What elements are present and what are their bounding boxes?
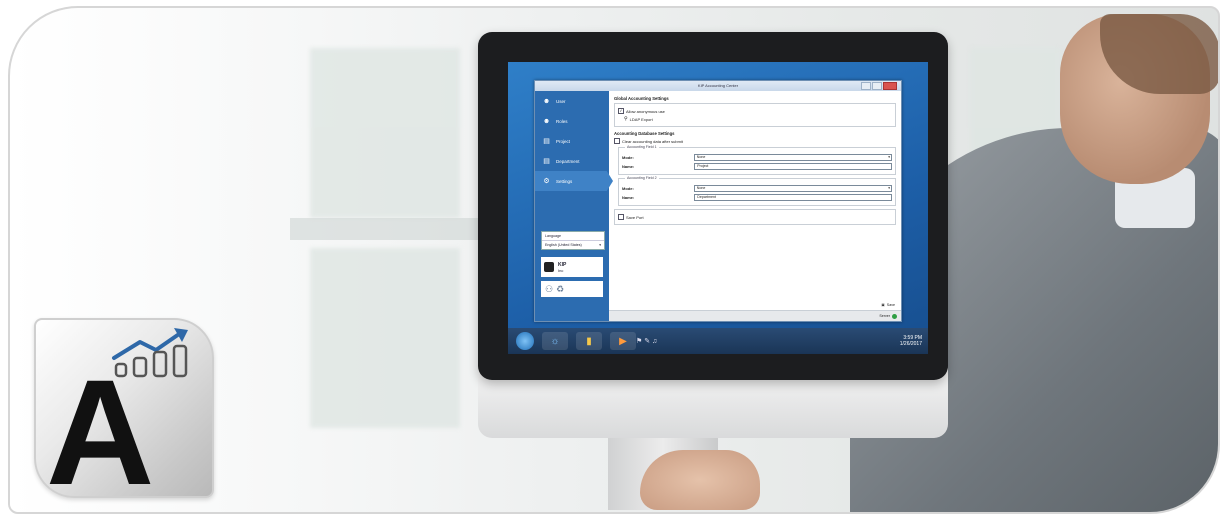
- checkbox-label: Clear accounting data after submit: [622, 138, 683, 144]
- network-icon[interactable]: ⚇: [545, 284, 553, 295]
- name-label: Name:: [622, 164, 635, 169]
- user-icon: ☻: [542, 97, 551, 105]
- name-label: Name:: [622, 195, 635, 200]
- window-body: ☻ User ☻ Roles ▤ Project ▤ Department ⚙: [535, 91, 901, 321]
- media-player-icon[interactable]: ▶: [610, 332, 636, 350]
- minimize-button[interactable]: [861, 82, 871, 90]
- mode-row: Mode: None ▾: [622, 185, 892, 192]
- language-label: Language: [542, 232, 604, 241]
- sidebar-item-roles[interactable]: ☻ Roles: [535, 111, 609, 131]
- background-window-pane: [310, 248, 460, 428]
- system-tray-icons[interactable]: ⚑ ✎ ♫: [636, 337, 657, 345]
- browser-icon[interactable]: ☼: [542, 332, 568, 350]
- checkbox-box[interactable]: ✓: [618, 108, 624, 114]
- checkbox-box[interactable]: [614, 138, 620, 144]
- sidebar-item-label: Department: [556, 158, 580, 164]
- field-legend: Accounting Field 2: [625, 176, 659, 180]
- tool-icons: ⚇ ♻: [541, 281, 603, 297]
- name-row: Name: Project: [622, 163, 892, 170]
- background-window-pane: [310, 48, 460, 218]
- mode-select[interactable]: None ▾: [693, 185, 892, 192]
- save-port-group: Save Port: [614, 209, 896, 225]
- server-status-icon: [892, 313, 897, 319]
- ldap-export-button[interactable]: ⚲ LDAP Export: [624, 116, 892, 122]
- mode-label: Mode:: [622, 155, 634, 160]
- clock[interactable]: 3:59 PM 1/26/2017: [900, 335, 922, 347]
- sidebar-item-department[interactable]: ▤ Department: [535, 151, 609, 171]
- person-hand: [640, 450, 760, 510]
- sidebar-item-settings[interactable]: ⚙ Settings: [535, 171, 613, 191]
- language-value-text: English (United States): [545, 243, 582, 247]
- accounting-app-logo: A: [34, 318, 214, 498]
- server-label: Server: [879, 314, 890, 318]
- taskbar: ☼ ▮ ▶ ⚑ ✎ ♫ 3:59 PM 1/26/2017: [508, 328, 928, 354]
- sidebar-item-project[interactable]: ▤ Project: [535, 131, 609, 151]
- mode-label: Mode:: [622, 186, 634, 191]
- ldap-export-label: LDAP Export: [629, 116, 653, 122]
- window-titlebar[interactable]: KIP Accounting Center: [535, 81, 901, 91]
- save-port-checkbox[interactable]: Save Port: [618, 214, 892, 220]
- folder-icon[interactable]: ▮: [576, 332, 602, 350]
- save-label: Save: [886, 303, 895, 307]
- mode-value: None: [696, 155, 706, 159]
- maximize-button[interactable]: [872, 82, 882, 90]
- close-button[interactable]: [883, 82, 897, 90]
- lock-icon: ⚲: [624, 116, 628, 122]
- name-row: Name: Department: [622, 194, 892, 201]
- mode-select[interactable]: None ▾: [693, 154, 892, 161]
- checkbox-label: Allow anonymous use: [626, 108, 665, 114]
- project-icon: ▤: [543, 138, 550, 145]
- start-button[interactable]: [516, 332, 534, 350]
- window-controls: [861, 82, 897, 90]
- chevron-down-icon: ▾: [888, 186, 890, 190]
- global-settings-group: ✓ Allow anonymous use ⚲ LDAP Export: [614, 103, 896, 127]
- checkbox-label: Save Port: [626, 214, 644, 220]
- clear-data-checkbox[interactable]: Clear accounting data after submit: [614, 138, 896, 144]
- mode-row: Mode: None ▾: [622, 154, 892, 161]
- sidebar-item-label: Settings: [556, 178, 573, 184]
- sync-icon[interactable]: ♻: [556, 284, 564, 295]
- database-settings-title: Accounting Database Settings: [614, 131, 675, 136]
- mode-value: None: [696, 186, 706, 190]
- global-settings-title: Global Accounting Settings: [614, 96, 669, 101]
- monitor-screen: KIP Accounting Center ☻ User ☻ Roles ▤ P…: [508, 62, 928, 354]
- settings-content: Global Accounting Settings ✓ Allow anony…: [609, 91, 901, 321]
- sidebar-item-label: User: [556, 98, 566, 104]
- sidebar: ☻ User ☻ Roles ▤ Project ▤ Department ⚙: [535, 91, 613, 321]
- accounting-field-1: Accounting Field 1 Mode: None ▾ Name: Pr…: [618, 145, 896, 175]
- roles-icon: ☻: [542, 117, 551, 125]
- kip-title: KIP: [558, 261, 567, 268]
- sidebar-item-user[interactable]: ☻ User: [535, 91, 609, 111]
- kip-subtitle: Inc: [558, 267, 564, 273]
- field-legend: Accounting Field 1: [625, 145, 659, 149]
- clock-date: 1/26/2017: [899, 341, 922, 347]
- allow-anonymous-checkbox[interactable]: ✓ Allow anonymous use: [618, 108, 892, 114]
- name-input[interactable]: Project: [694, 163, 892, 170]
- checkbox-box[interactable]: [618, 214, 624, 220]
- language-value[interactable]: English (United States) ▾: [542, 241, 604, 249]
- name-input[interactable]: Department: [694, 194, 892, 201]
- sidebar-item-label: Roles: [556, 118, 568, 124]
- language-select[interactable]: Language English (United States) ▾: [541, 231, 605, 250]
- save-button[interactable]: ▣ Save: [881, 303, 895, 307]
- chevron-down-icon: ▾: [599, 243, 601, 247]
- gear-icon: ⚙: [543, 178, 550, 185]
- sidebar-item-label: Project: [556, 138, 571, 144]
- save-icon: ▣: [881, 303, 885, 307]
- accounting-center-window: KIP Accounting Center ☻ User ☻ Roles ▤ P…: [534, 80, 902, 322]
- kip-logo: [544, 262, 554, 272]
- accounting-field-2: Accounting Field 2 Mode: None ▾ Name: De…: [618, 176, 896, 206]
- kip-brand: KIP Inc: [541, 257, 603, 277]
- department-icon: ▤: [543, 158, 550, 165]
- chevron-down-icon: ▾: [888, 155, 890, 159]
- window-title: KIP Accounting Center: [697, 83, 739, 88]
- status-bar: Server: [609, 310, 901, 321]
- logo-letter: A: [46, 348, 155, 498]
